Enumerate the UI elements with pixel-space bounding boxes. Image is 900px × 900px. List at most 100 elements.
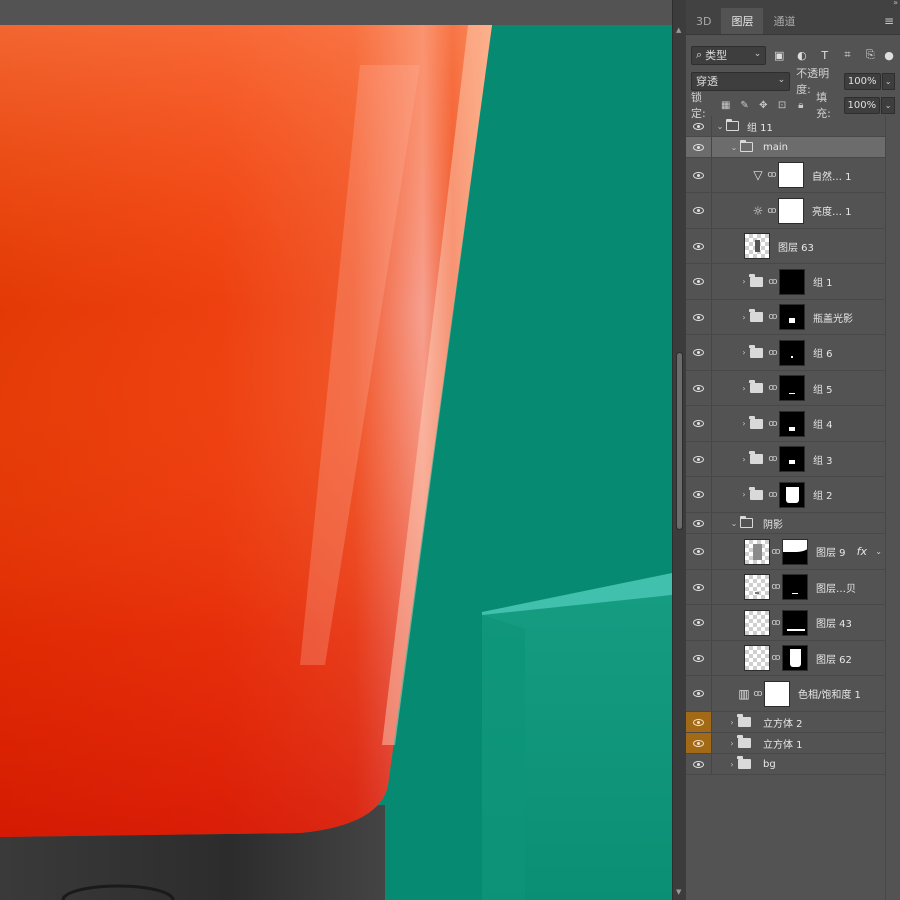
layer-row[interactable]: › 立方体 2 bbox=[686, 712, 885, 733]
filter-toggle-icon[interactable]: ● bbox=[883, 49, 895, 62]
layer-row[interactable]: ꝏ 图层 9 fx ⌄ bbox=[686, 534, 885, 570]
fill-dropdown-icon[interactable]: ⌄ bbox=[881, 96, 895, 114]
chevron-right-icon[interactable]: › bbox=[726, 760, 738, 769]
visibility-toggle[interactable] bbox=[686, 605, 712, 640]
adjustment-filter-icon[interactable]: ◐ bbox=[792, 49, 812, 62]
type-filter-icon[interactable]: T bbox=[815, 49, 835, 62]
chevron-right-icon[interactable]: › bbox=[738, 455, 750, 464]
pixel-filter-icon[interactable]: ▣ bbox=[769, 49, 789, 62]
lock-image-icon[interactable]: ✎ bbox=[735, 100, 754, 111]
scroll-thumb[interactable] bbox=[676, 352, 683, 530]
mask-thumbnail[interactable] bbox=[782, 645, 808, 671]
mask-thumbnail[interactable] bbox=[779, 446, 805, 472]
visibility-toggle[interactable] bbox=[686, 712, 712, 732]
blend-mode-select[interactable]: 穿透 ⌄ bbox=[691, 71, 791, 91]
chevron-right-icon[interactable]: › bbox=[738, 490, 750, 499]
layer-thumbnail[interactable] bbox=[744, 233, 770, 259]
tab-layers[interactable]: 图层 bbox=[721, 8, 764, 34]
artwork[interactable] bbox=[0, 25, 672, 900]
visibility-toggle[interactable] bbox=[686, 641, 712, 675]
lock-all-icon[interactable]: 🔒︎ bbox=[791, 100, 810, 111]
filter-kind-select[interactable]: ⌕ 类型 ⌄ bbox=[691, 45, 767, 65]
mask-thumbnail[interactable] bbox=[779, 375, 805, 401]
mask-thumbnail[interactable] bbox=[779, 481, 805, 508]
effects-fx-icon[interactable]: fx bbox=[857, 545, 867, 558]
tab-3d[interactable]: 3D bbox=[686, 8, 721, 34]
mask-thumbnail[interactable] bbox=[782, 538, 808, 565]
visibility-toggle[interactable] bbox=[686, 193, 712, 228]
scroll-down-icon[interactable]: ▼ bbox=[676, 888, 681, 896]
layer-row[interactable]: ꝏ 图层…贝 bbox=[686, 570, 885, 605]
layer-row[interactable]: › ꝏ 组 2 bbox=[686, 477, 885, 513]
visibility-toggle[interactable] bbox=[686, 158, 712, 192]
layer-row[interactable]: ▽ ꝏ 自然… 1 bbox=[686, 158, 885, 193]
opacity-dropdown-icon[interactable]: ⌄ bbox=[881, 72, 895, 90]
layer-row[interactable]: › ꝏ 瓶盖光影 bbox=[686, 300, 885, 335]
lock-artboard-icon[interactable]: ⊡ bbox=[773, 100, 792, 111]
visibility-toggle[interactable] bbox=[686, 300, 712, 334]
visibility-toggle[interactable] bbox=[686, 264, 712, 299]
chevron-right-icon[interactable]: › bbox=[738, 313, 750, 322]
chevron-down-icon[interactable]: ⌄ bbox=[728, 519, 740, 528]
visibility-toggle[interactable] bbox=[686, 676, 712, 711]
fill-input[interactable]: 100% bbox=[843, 96, 881, 114]
mask-thumbnail[interactable] bbox=[779, 339, 805, 366]
layer-row[interactable]: › ꝏ 组 5 bbox=[686, 371, 885, 406]
smart-object-filter-icon[interactable]: ⎘ bbox=[860, 48, 880, 62]
visibility-toggle[interactable] bbox=[686, 371, 712, 405]
layer-thumbnail[interactable] bbox=[744, 574, 770, 600]
chevron-right-icon[interactable]: › bbox=[738, 348, 750, 357]
mask-thumbnail[interactable] bbox=[779, 304, 805, 330]
layer-thumbnail[interactable] bbox=[744, 645, 770, 671]
visibility-toggle[interactable] bbox=[686, 513, 712, 533]
scroll-up-icon[interactable]: ▲ bbox=[676, 26, 681, 34]
visibility-toggle[interactable] bbox=[686, 406, 712, 441]
mask-thumbnail[interactable] bbox=[764, 680, 790, 707]
layer-row[interactable]: › ꝏ 组 1 bbox=[686, 264, 885, 300]
collapse-panel-icon[interactable]: » bbox=[893, 0, 898, 7]
mask-thumbnail[interactable] bbox=[778, 197, 804, 224]
layer-row[interactable]: ⌄ 阴影 bbox=[686, 513, 885, 534]
chevron-right-icon[interactable]: › bbox=[726, 718, 738, 727]
visibility-toggle[interactable] bbox=[686, 335, 712, 370]
visibility-toggle[interactable] bbox=[686, 754, 712, 774]
chevron-right-icon[interactable]: › bbox=[738, 277, 750, 286]
chevron-right-icon[interactable]: › bbox=[738, 384, 750, 393]
canvas-scrollbar[interactable]: ▲ ▼ bbox=[672, 0, 686, 900]
visibility-toggle[interactable] bbox=[686, 442, 712, 476]
visibility-toggle[interactable] bbox=[686, 570, 712, 604]
shape-filter-icon[interactable]: ⌗ bbox=[838, 48, 858, 62]
lock-position-icon[interactable]: ✥ bbox=[754, 100, 773, 111]
mask-thumbnail[interactable] bbox=[782, 609, 808, 636]
mask-thumbnail[interactable] bbox=[779, 268, 805, 295]
mask-thumbnail[interactable] bbox=[782, 574, 808, 600]
layer-thumbnail[interactable] bbox=[744, 538, 770, 565]
chevron-right-icon[interactable]: › bbox=[726, 739, 738, 748]
layer-row[interactable]: ⌄ 组 11 bbox=[686, 116, 885, 137]
tab-channels[interactable]: 通道 bbox=[763, 8, 805, 34]
layer-thumbnail[interactable] bbox=[744, 609, 770, 636]
visibility-toggle[interactable] bbox=[686, 534, 712, 569]
mask-thumbnail[interactable] bbox=[779, 410, 805, 437]
visibility-toggle[interactable] bbox=[686, 229, 712, 263]
chevron-right-icon[interactable]: › bbox=[738, 419, 750, 428]
layer-row[interactable]: ꝏ 图层 62 bbox=[686, 641, 885, 676]
lock-transparent-icon[interactable]: ▦ bbox=[716, 100, 735, 111]
chevron-down-icon[interactable]: ⌄ bbox=[714, 122, 726, 131]
layer-row[interactable]: › ꝏ 组 3 bbox=[686, 442, 885, 477]
layer-row[interactable]: ☼ ꝏ 亮度… 1 bbox=[686, 193, 885, 229]
layer-row[interactable]: ꝏ 图层 43 bbox=[686, 605, 885, 641]
visibility-toggle[interactable] bbox=[686, 137, 712, 157]
layer-list-scrollbar[interactable] bbox=[885, 116, 900, 900]
chevron-down-icon[interactable]: ⌄ bbox=[728, 143, 740, 152]
layer-row[interactable]: ▥ ꝏ 色相/饱和度 1 bbox=[686, 676, 885, 712]
layer-row[interactable]: › bg bbox=[686, 754, 885, 775]
opacity-input[interactable]: 100% bbox=[843, 72, 881, 90]
layer-row[interactable]: › ꝏ 组 6 bbox=[686, 335, 885, 371]
layer-row[interactable]: 图层 63 bbox=[686, 229, 885, 264]
chevron-down-icon[interactable]: ⌄ bbox=[875, 547, 882, 556]
layer-row[interactable]: › ꝏ 组 4 bbox=[686, 406, 885, 442]
visibility-toggle[interactable] bbox=[686, 116, 712, 136]
visibility-toggle[interactable] bbox=[686, 477, 712, 512]
document-canvas[interactable] bbox=[0, 0, 672, 900]
